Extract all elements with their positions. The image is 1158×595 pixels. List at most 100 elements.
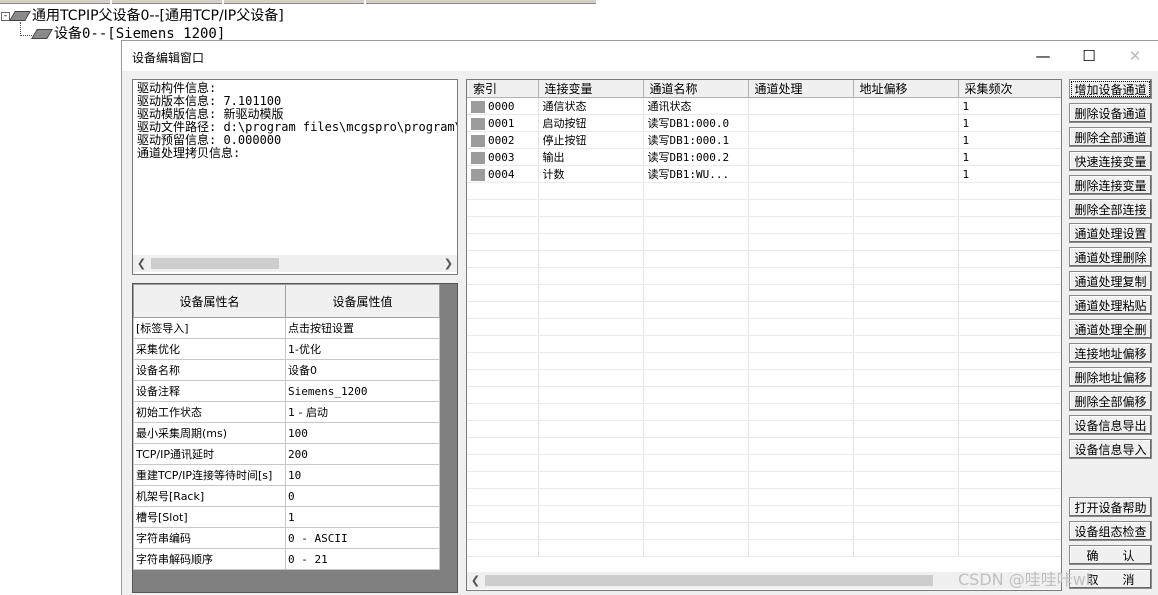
- property-value-cell[interactable]: 0: [285, 485, 440, 507]
- property-row[interactable]: 字符串解码顺序 0 - 21: [133, 548, 440, 570]
- empty-cell: [467, 369, 539, 387]
- property-value-cell[interactable]: 100: [285, 422, 440, 444]
- action-button[interactable]: 通道处理复制: [1069, 271, 1152, 291]
- property-row[interactable]: 重建TCP/IP连接等待时间[s] 10: [133, 464, 440, 486]
- action-button[interactable]: 删除设备通道: [1069, 103, 1152, 123]
- channel-cell: [748, 165, 854, 183]
- empty-channel-row[interactable]: [467, 335, 1061, 353]
- property-value-cell[interactable]: Siemens_1200: [285, 380, 440, 402]
- channel-list[interactable]: 索引 连接变量 通道名称 通道处理 地址偏移 采集频次 0000 通信状态 通讯状态…: [466, 79, 1062, 591]
- action-button[interactable]: 设备信息导出: [1069, 415, 1152, 435]
- property-row[interactable]: 机架号[Rack] 0: [133, 485, 440, 507]
- property-value-cell[interactable]: 0 - 21: [285, 548, 440, 570]
- property-row[interactable]: TCP/IP通讯延时 200: [133, 443, 440, 465]
- property-value-cell[interactable]: 200: [285, 443, 440, 465]
- tree-node-parent-device[interactable]: 通用TCPIP父设备0--[通用TCP/IP父设备]: [9, 7, 284, 25]
- empty-channel-row[interactable]: [467, 216, 1061, 234]
- empty-channel-row[interactable]: [467, 301, 1061, 319]
- property-row[interactable]: 初始工作状态 1 - 启动: [133, 401, 440, 423]
- channel-row[interactable]: 0001 启动按钮 读写DB1:000.0 1: [467, 114, 1061, 132]
- empty-channel-row[interactable]: [467, 267, 1061, 285]
- property-row[interactable]: 采集优化 1-优化: [133, 338, 440, 360]
- channel-row[interactable]: 0000 通信状态 通讯状态 1: [467, 97, 1061, 115]
- empty-channel-row[interactable]: [467, 454, 1061, 472]
- action-button[interactable]: 通道处理全删: [1069, 319, 1152, 339]
- column-header-sampling-frequency[interactable]: 采集频次: [958, 80, 1061, 98]
- empty-cell: [958, 471, 1061, 489]
- info-horizontal-scrollbar[interactable]: ❮ ❯: [133, 255, 457, 272]
- empty-channel-row[interactable]: [467, 318, 1061, 336]
- empty-channel-row[interactable]: [467, 505, 1061, 523]
- action-button[interactable]: 删除全部偏移: [1069, 391, 1152, 411]
- property-value-cell[interactable]: 0 - ASCII: [285, 527, 440, 549]
- property-value-cell[interactable]: 1: [285, 506, 440, 528]
- empty-cell: [748, 488, 854, 506]
- scrollbar-thumb[interactable]: [151, 258, 279, 269]
- empty-channel-row[interactable]: [467, 369, 1061, 387]
- action-button[interactable]: 连接地址偏移: [1069, 343, 1152, 363]
- scroll-left-icon[interactable]: ❮: [133, 255, 150, 272]
- empty-channel-row[interactable]: [467, 250, 1061, 268]
- column-header-linked-variable[interactable]: 连接变量: [538, 80, 644, 98]
- channel-row[interactable]: 0003 输出 读写DB1:000.2 1: [467, 148, 1061, 166]
- property-value-cell[interactable]: 1-优化: [285, 338, 440, 360]
- property-value-cell[interactable]: 10: [285, 464, 440, 486]
- property-row[interactable]: 槽号[Slot] 1: [133, 506, 440, 528]
- window-titlebar[interactable]: 设备编辑窗口 — ☐ ✕: [122, 41, 1158, 71]
- device-config-check-button[interactable]: 设备组态检查: [1069, 521, 1152, 541]
- empty-channel-row[interactable]: [467, 386, 1061, 404]
- property-row[interactable]: [标签导入] 点击按钮设置: [133, 317, 440, 339]
- action-button[interactable]: 删除连接变量: [1069, 175, 1152, 195]
- empty-channel-row[interactable]: [467, 233, 1061, 251]
- property-value-cell[interactable]: 1 - 启动: [285, 401, 440, 423]
- channel-row[interactable]: 0004 计数 读写DB1:WU... 1: [467, 165, 1061, 183]
- empty-cell: [853, 539, 959, 557]
- open-device-help-button[interactable]: 打开设备帮助: [1069, 497, 1152, 517]
- property-value-cell[interactable]: 设备0: [285, 359, 440, 381]
- action-button[interactable]: 删除全部通道: [1069, 127, 1152, 147]
- empty-cell: [853, 199, 959, 217]
- empty-channel-row[interactable]: [467, 284, 1061, 302]
- empty-cell: [467, 301, 539, 319]
- action-button[interactable]: 删除地址偏移: [1069, 367, 1152, 387]
- scrollbar-thumb[interactable]: [485, 575, 933, 586]
- column-header-address-offset[interactable]: 地址偏移: [853, 80, 959, 98]
- action-button[interactable]: 快速连接变量: [1069, 151, 1152, 171]
- empty-channel-row[interactable]: [467, 522, 1061, 540]
- empty-cell: [853, 182, 959, 200]
- confirm-button[interactable]: 确 认: [1069, 545, 1152, 565]
- empty-cell: [958, 352, 1061, 370]
- empty-channel-row[interactable]: [467, 488, 1061, 506]
- property-row[interactable]: 字符串编码 0 - ASCII: [133, 527, 440, 549]
- driver-info-panel[interactable]: 驱动构件信息: 驱动版本信息: 7.101100 驱动模版信息: 新驱动模版 驱…: [132, 79, 458, 275]
- empty-channel-row[interactable]: [467, 437, 1061, 455]
- empty-channel-row[interactable]: [467, 403, 1061, 421]
- property-row[interactable]: 设备注释 Siemens_1200: [133, 380, 440, 402]
- minimize-button[interactable]: —: [1020, 41, 1066, 71]
- empty-channel-row[interactable]: [467, 539, 1061, 557]
- property-value-cell[interactable]: 点击按钮设置: [285, 317, 440, 339]
- close-button[interactable]: ✕: [1112, 41, 1158, 71]
- scroll-right-icon[interactable]: ❯: [440, 255, 457, 272]
- action-button[interactable]: 通道处理设置: [1069, 223, 1152, 243]
- column-header-index[interactable]: 索引: [467, 80, 539, 98]
- action-button[interactable]: 通道处理粘贴: [1069, 295, 1152, 315]
- column-header-channel-processing[interactable]: 通道处理: [748, 80, 854, 98]
- empty-cell: [538, 199, 644, 217]
- action-button[interactable]: 删除全部连接: [1069, 199, 1152, 219]
- empty-channel-row[interactable]: [467, 420, 1061, 438]
- action-button[interactable]: 增加设备通道: [1069, 79, 1152, 99]
- channel-row[interactable]: 0002 停止按钮 读写DB1:000.1 1: [467, 131, 1061, 149]
- property-row[interactable]: 最小采集周期(ms) 100: [133, 422, 440, 444]
- action-button[interactable]: 通道处理删除: [1069, 247, 1152, 267]
- empty-cell: [748, 386, 854, 404]
- empty-channel-row[interactable]: [467, 352, 1061, 370]
- column-header-channel-name[interactable]: 通道名称: [643, 80, 749, 98]
- maximize-button[interactable]: ☐: [1066, 41, 1112, 71]
- property-row[interactable]: 设备名称 设备0: [133, 359, 440, 381]
- empty-channel-row[interactable]: [467, 199, 1061, 217]
- action-button[interactable]: 设备信息导入: [1069, 439, 1152, 459]
- scroll-left-icon[interactable]: ❮: [467, 572, 484, 589]
- empty-channel-row[interactable]: [467, 182, 1061, 200]
- empty-channel-row[interactable]: [467, 471, 1061, 489]
